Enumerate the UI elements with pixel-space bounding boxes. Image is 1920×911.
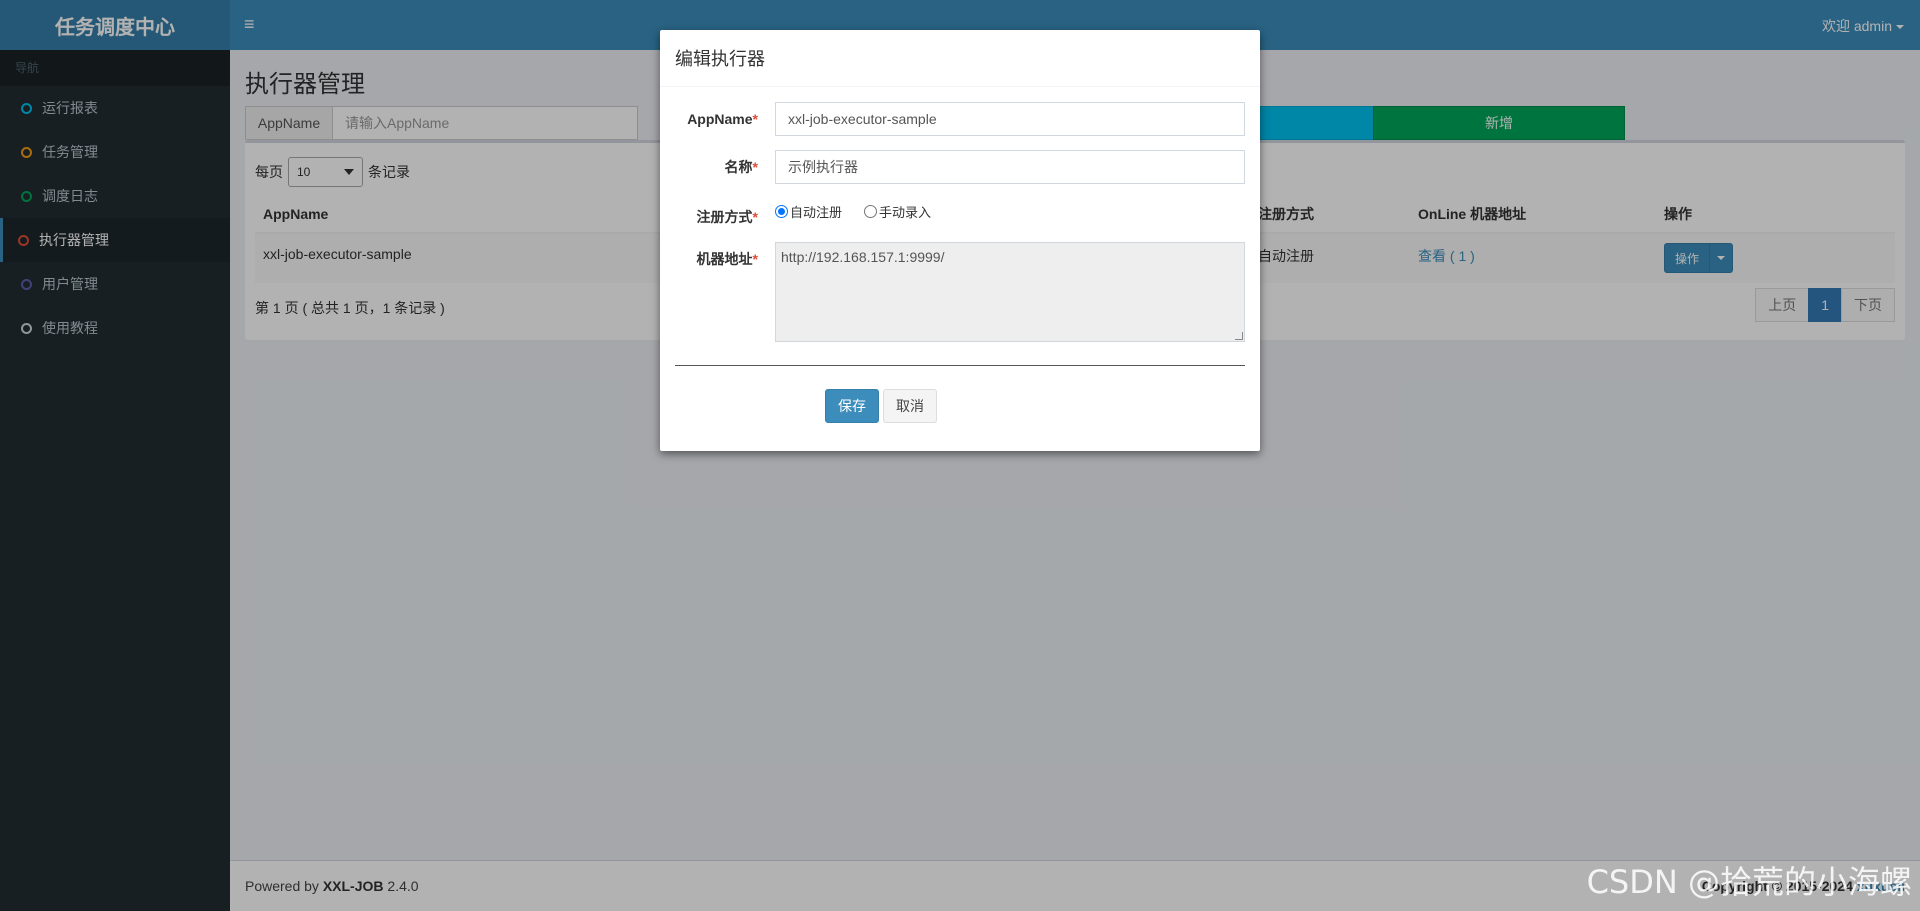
reg-manual-label: 手动录入: [879, 205, 932, 220]
radio-checked-icon: [775, 205, 788, 218]
address-label: 机器地址*: [675, 249, 760, 269]
required-mark: *: [752, 251, 758, 267]
appname-field[interactable]: xxl-job-executor-sample: [775, 102, 1245, 136]
name-field[interactable]: 示例执行器: [775, 150, 1245, 184]
edit-executor-modal: 编辑执行器 AppName* xxl-job-executor-sample 名…: [660, 30, 1260, 451]
address-label-text: 机器地址: [696, 251, 753, 267]
address-value: http://192.168.157.1:9999/: [781, 249, 945, 265]
required-mark: *: [752, 159, 758, 175]
cancel-button[interactable]: 取消: [883, 389, 937, 423]
address-textarea[interactable]: http://192.168.157.1:9999/: [775, 242, 1245, 342]
appname-label-text: AppName: [687, 111, 753, 127]
reg-auto-label: 自动注册: [790, 205, 843, 220]
required-mark: *: [752, 209, 758, 225]
watermark: CSDN @拾荒的小海螺: [1586, 863, 1912, 901]
reg-auto-radio[interactable]: 自动注册: [775, 202, 842, 221]
modal-title: 编辑执行器: [660, 30, 1260, 87]
save-button[interactable]: 保存: [825, 389, 879, 423]
address-row: 机器地址*: [675, 242, 760, 276]
resize-grip-icon[interactable]: [1235, 332, 1243, 340]
appname-row: AppName*: [675, 102, 760, 136]
reg-manual-radio[interactable]: 手动录入: [864, 202, 931, 221]
name-label-text: 名称: [724, 159, 753, 175]
name-row: 名称*: [675, 150, 760, 184]
reg-type-options: 自动注册 手动录入: [775, 202, 953, 221]
required-mark: *: [752, 111, 758, 127]
name-label: 名称*: [675, 157, 760, 177]
reg-type-label: 注册方式*: [675, 207, 760, 227]
appname-label: AppName*: [675, 111, 760, 127]
modal-divider: [675, 365, 1245, 366]
reg-type-row: 注册方式*: [675, 200, 760, 234]
reg-type-label-text: 注册方式: [696, 209, 753, 225]
radio-unchecked-icon: [864, 205, 878, 218]
